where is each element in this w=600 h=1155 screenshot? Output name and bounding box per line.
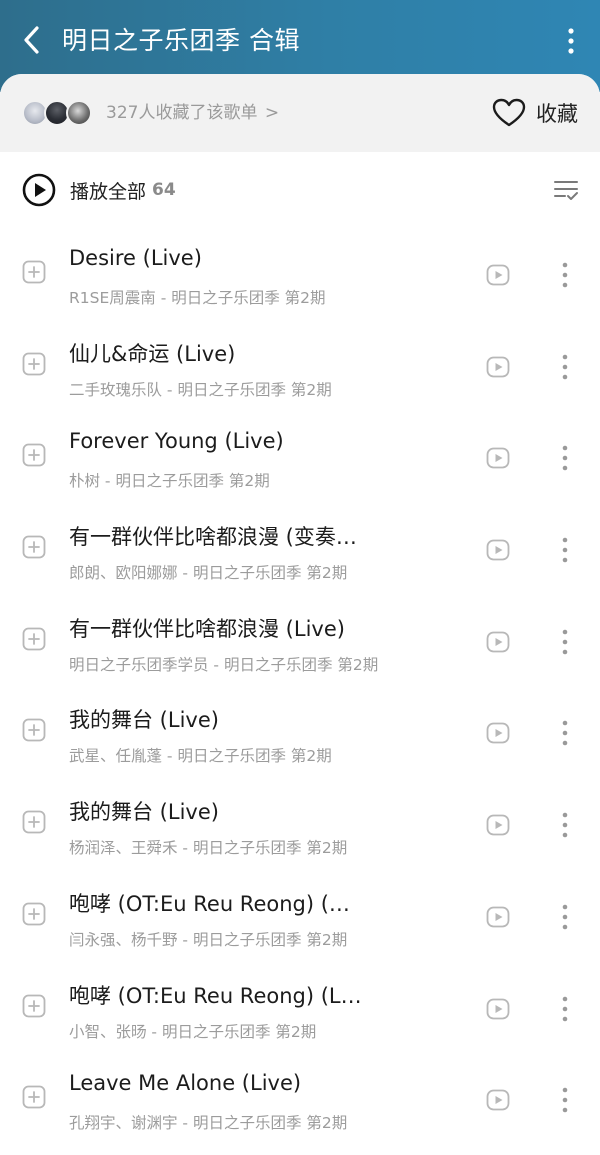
song-title: 仙儿&命运 (Live) [69, 341, 236, 366]
video-play-icon[interactable] [486, 356, 510, 378]
song-more-icon[interactable] [555, 1085, 575, 1115]
video-play-icon[interactable] [486, 998, 510, 1020]
song-title: 有一群伙伴比啥都浪漫 (Live) [69, 616, 345, 641]
video-play-icon[interactable] [486, 264, 510, 286]
song-more-icon[interactable] [555, 352, 575, 382]
song-artist-album: 闫永强、杨千野 - 明日之子乐团季 第2期 [69, 930, 348, 949]
favorite-button[interactable]: 收藏 [492, 94, 578, 132]
song-more-icon[interactable] [555, 902, 575, 932]
song-artist-album: 孔翔宇、谢渊宇 - 明日之子乐团季 第2期 [69, 1114, 348, 1133]
song-artist-album: 小智、张旸 - 明日之子乐团季 第2期 [69, 1022, 317, 1041]
song-title: 有一群伙伴比啥都浪漫 (变奏… [69, 525, 357, 550]
page-title: 明日之子乐团季 合辑 [62, 26, 300, 55]
playlist-sheet: 327人收藏了该歌单 > 收藏 播放全部 64 Desire (Live) R1… [0, 74, 600, 1155]
video-play-icon[interactable] [486, 722, 510, 744]
song-more-icon[interactable] [555, 718, 575, 748]
song-more-icon[interactable] [555, 260, 575, 290]
song-row[interactable]: 有一群伙伴比啥都浪漫 (Live) 明日之子乐团季学员 - 明日之子乐团季 第2期 [0, 597, 600, 689]
song-artist-album: 明日之子乐团季学员 - 明日之子乐团季 第2期 [69, 655, 379, 674]
song-artist-album: 武星、任胤蓬 - 明日之子乐团季 第2期 [69, 747, 332, 766]
more-vertical-icon [568, 28, 574, 54]
add-to-playlist-icon[interactable] [22, 535, 46, 559]
song-row[interactable]: 咆哮 (OT:Eu Reu Reong) (L… 小智、张旸 - 明日之子乐团季 … [0, 964, 600, 1056]
song-artist-album: 二手玫瑰乐队 - 明日之子乐团季 第2期 [69, 380, 332, 399]
song-more-icon[interactable] [555, 443, 575, 473]
song-title: 咆哮 (OT:Eu Reu Reong) (… [69, 891, 350, 916]
list-sort-icon [554, 181, 578, 200]
add-to-playlist-icon[interactable] [22, 352, 46, 376]
video-play-icon[interactable] [486, 814, 510, 836]
video-play-icon[interactable] [486, 539, 510, 561]
song-title: 咆哮 (OT:Eu Reu Reong) (L… [69, 983, 362, 1008]
add-to-playlist-icon[interactable] [22, 1085, 46, 1109]
play-circle-icon [22, 173, 56, 207]
more-options-button[interactable] [556, 22, 586, 60]
back-button[interactable] [14, 22, 50, 58]
song-title: 我的舞台 (Live) [69, 800, 219, 825]
song-title: 我的舞台 (Live) [69, 708, 219, 733]
song-title: Desire (Live) [69, 246, 202, 270]
song-row[interactable]: 咆哮 (OT:Eu Reu Reong) (… 闫永强、杨千野 - 明日之子乐团季… [0, 872, 600, 964]
song-title: Leave Me Alone (Live) [69, 1071, 302, 1096]
play-all-button[interactable]: 播放全部 64 [22, 170, 176, 210]
collectors-count-text: 327人收藏了该歌单 [106, 103, 258, 123]
song-row[interactable]: 我的舞台 (Live) 杨润泽、王舜禾 - 明日之子乐团季 第2期 [0, 780, 600, 872]
video-play-icon[interactable] [486, 631, 510, 653]
avatar [66, 100, 92, 126]
song-row[interactable]: 有一群伙伴比啥都浪漫 (变奏… 郎朗、欧阳娜娜 - 明日之子乐团季 第2期 [0, 505, 600, 597]
add-to-playlist-icon[interactable] [22, 994, 46, 1018]
video-play-icon[interactable] [486, 447, 510, 469]
favorites-bar: 327人收藏了该歌单 > 收藏 [0, 74, 600, 152]
video-play-icon[interactable] [486, 1089, 510, 1111]
video-play-icon[interactable] [486, 906, 510, 928]
add-to-playlist-icon[interactable] [22, 260, 46, 284]
song-artist-album: 朴树 - 明日之子乐团季 第2期 [69, 472, 270, 491]
song-title: Forever Young (Live) [69, 429, 284, 454]
add-to-playlist-icon[interactable] [22, 810, 46, 834]
favorite-button-label: 收藏 [536, 102, 578, 126]
song-more-icon[interactable] [555, 810, 575, 840]
chevron-right-icon: > [264, 103, 280, 123]
play-all-label: 播放全部 [70, 180, 147, 203]
add-to-playlist-icon[interactable] [22, 443, 46, 467]
song-row[interactable]: 仙儿&命运 (Live) 二手玫瑰乐队 - 明日之子乐团季 第2期 [0, 322, 600, 414]
play-all-row: 播放全部 64 [0, 170, 600, 210]
song-row[interactable]: Desire (Live) R1SE周震南 - 明日之子乐团季 第2期 [0, 230, 600, 322]
song-list: Desire (Live) R1SE周震南 - 明日之子乐团季 第2期仙儿&命运 … [0, 230, 600, 1147]
collectors-link[interactable]: 327人收藏了该歌单 > [106, 100, 279, 126]
song-row[interactable]: Leave Me Alone (Live) 孔翔宇、谢渊宇 - 明日之子乐团季 第… [0, 1055, 600, 1147]
song-artist-album: 郎朗、欧阳娜娜 - 明日之子乐团季 第2期 [69, 564, 348, 583]
song-count: 64 [152, 180, 176, 200]
song-artist-album: 杨润泽、王舜禾 - 明日之子乐团季 第2期 [69, 839, 348, 858]
song-more-icon[interactable] [555, 535, 575, 565]
add-to-playlist-icon[interactable] [22, 902, 46, 926]
add-to-playlist-icon[interactable] [22, 718, 46, 742]
song-row[interactable]: 我的舞台 (Live) 武星、任胤蓬 - 明日之子乐团季 第2期 [0, 688, 600, 780]
song-more-icon[interactable] [555, 627, 575, 657]
song-more-icon[interactable] [555, 994, 575, 1024]
multi-select-button[interactable] [552, 176, 580, 204]
add-to-playlist-icon[interactable] [22, 627, 46, 651]
collector-avatars[interactable] [22, 100, 96, 126]
song-row[interactable]: Forever Young (Live) 朴树 - 明日之子乐团季 第2期 [0, 413, 600, 505]
song-artist-album: R1SE周震南 - 明日之子乐团季 第2期 [69, 289, 326, 307]
heart-outline-icon [492, 98, 526, 127]
chevron-left-icon [24, 26, 39, 54]
